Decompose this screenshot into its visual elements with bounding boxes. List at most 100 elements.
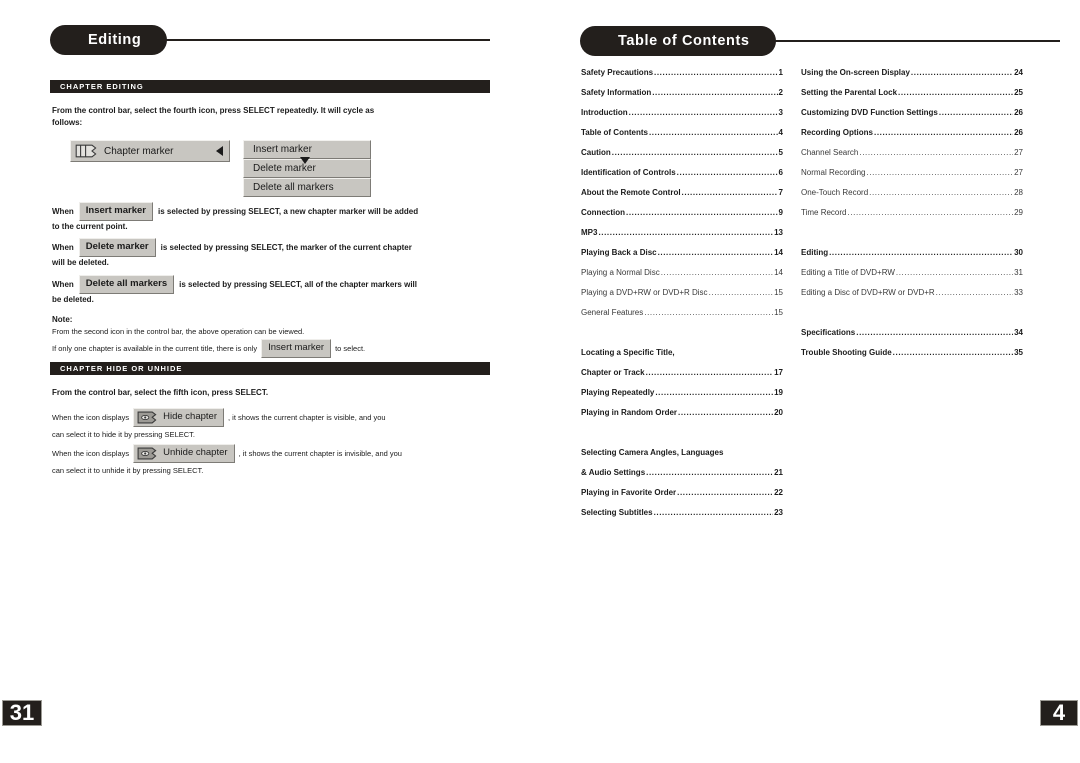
band-chapter-hide-or-unhide: CHAPTER HIDE OR UNHIDE [50,362,490,375]
toc-entry[interactable]: Playing a DVD+RW or DVD+R Disc..........… [581,288,783,308]
toc-entry[interactable]: Editing a Disc of DVD+RW or DVD+R.......… [801,288,1023,308]
toc-leader-dots: ........................................… [645,368,774,377]
toc-leader-dots: ........................................… [598,228,774,237]
toc-leader-dots: ........................................… [678,408,773,417]
toc-entry[interactable]: Playing in Random Order.................… [581,408,783,428]
toc-entry[interactable]: Safety Information......................… [581,88,783,108]
rule-text-2: be deleted. [52,295,94,304]
menu-item-delete-all-markers[interactable]: Delete all markers [243,178,371,197]
toc-entry-page: 27 [1014,168,1023,177]
toc-entry-title: Specifications [801,328,856,337]
chip-insert-marker[interactable]: Insert marker [78,202,153,221]
toc-entry[interactable]: Playing a Normal Disc...................… [581,268,783,288]
toc-entry-title: Playing in Favorite Order [581,488,677,497]
toc-entry[interactable]: Connection..............................… [581,208,783,228]
toc-leader-dots: ........................................… [892,348,1013,357]
toc-entry-page: 6 [778,168,783,177]
chip-insert-marker-note[interactable]: Insert marker [261,339,332,358]
toc-entry-page: 30 [1014,248,1023,257]
left-page: Editing CHAPTER EDITING From the control… [0,0,540,763]
note-body: From the second icon in the control bar,… [52,326,512,358]
toc-entry[interactable]: Recording Options.......................… [801,128,1023,148]
toc-entry-page: 3 [778,108,783,117]
toc-entry[interactable]: Time Record.............................… [801,208,1023,228]
toc-leader-dots: ........................................… [898,88,1013,97]
toc-entry[interactable]: Playing Repeatedly......................… [581,388,783,408]
chip-hide-chapter[interactable]: Hide chapter [133,408,224,427]
band-label: CHAPTER HIDE OR UNHIDE [60,364,183,373]
toc-entry[interactable]: Playing Back a Disc.....................… [581,248,783,268]
toc-leader-dots: ........................................… [660,268,774,277]
toc-entry-page: 23 [774,508,783,517]
chapter-marker-control[interactable]: Chapter marker [70,140,230,162]
menu-item-label: Delete all markers [253,182,334,193]
toc-entry-title: Safety Precautions [581,68,654,77]
toc-entry[interactable]: Identification of Controls..............… [581,168,783,188]
toc-entry[interactable]: MP3.....................................… [581,228,783,248]
toc-entry[interactable]: Playing in Favorite Order...............… [581,488,783,508]
hide-text-1: , it shows the current chapter is visibl… [228,413,386,422]
toc-spacer [581,328,783,348]
toc-entry-title: Recording Options [801,128,873,137]
chip-delete-all-markers[interactable]: Delete all markers [78,275,175,294]
toc-entry-title: Using the On-screen Display [801,68,910,77]
toc-leader-dots: ........................................… [910,68,1014,77]
toc-leader-dots: ........................................… [677,488,774,497]
chip-delete-marker[interactable]: Delete marker [78,238,156,257]
toc-entry-title: Editing [801,248,829,257]
toc-entry[interactable]: Specifications..........................… [801,328,1023,348]
toc-entry[interactable]: About the Remote Control................… [581,188,783,208]
toc-spacer [581,428,783,448]
toc-entry[interactable]: Caution.................................… [581,148,783,168]
editing-section-header: Editing [50,25,490,55]
toc-leader-dots: ........................................… [655,388,773,397]
toc-entry-title: Table of Contents [581,128,648,137]
toc-leader-dots: ........................................… [626,208,778,217]
chip-label: Unhide chapter [163,447,228,458]
toc-entry-page: 25 [1014,88,1023,97]
band-chapter-editing: CHAPTER EDITING [50,80,490,93]
toc-entry-title: Playing a Normal Disc [581,268,660,277]
toc-entry-title: Editing a Disc of DVD+RW or DVD+R [801,288,935,297]
chapter-marker-menu[interactable]: Insert marker Delete marker Delete all m… [243,140,371,197]
toc-entry[interactable]: Table of Contents.......................… [581,128,783,148]
toc-entry[interactable]: Locating a Specific Title,..............… [581,348,783,368]
toc-entry-page: 19 [774,388,783,397]
toc-entry-page: 9 [778,208,783,217]
toc-entry-page: 33 [1014,288,1023,297]
toc-entry[interactable]: Trouble Shooting Guide..................… [801,348,1023,368]
unhide-prefix: When the icon displays [52,449,130,458]
toc-entry[interactable]: Selecting Camera Angles, Languages......… [581,448,783,468]
toc-entry[interactable]: Editing.................................… [801,248,1023,268]
toc-entry[interactable]: Channel Search..........................… [801,148,1023,168]
toc-entry-title: Introduction [581,108,628,117]
left-arrow-icon [216,146,223,156]
ribbon-pill: Table of Contents [580,26,776,56]
toc-entry[interactable]: One-Touch Record........................… [801,188,1023,208]
toc-entry-page: 26 [1014,108,1023,117]
toc-entry[interactable]: Chapter or Track........................… [581,368,783,388]
toc-leader-dots: ........................................… [708,288,774,297]
toc-entry-title: Playing in Random Order [581,408,678,417]
toc-entry[interactable]: Normal Recording........................… [801,168,1023,188]
toc-entry[interactable]: Introduction............................… [581,108,783,128]
toc-entry[interactable]: General Features........................… [581,308,783,328]
toc-leader-dots: ........................................… [676,168,778,177]
toc-entry[interactable]: Setting the Parental Lock...............… [801,88,1023,108]
hide-chapter-rule: When the icon displays Hide chapter , it… [52,408,512,440]
toc-leader-dots: ........................................… [646,468,774,477]
toc-entry[interactable]: & Audio Settings........................… [581,468,783,488]
toc-entry[interactable]: Editing a Title of DVD+RW...............… [801,268,1023,288]
toc-entry[interactable]: Customizing DVD Function Settings.......… [801,108,1023,128]
menu-item-label: Insert marker [253,144,312,155]
toc-leader-dots: ........................................… [681,188,778,197]
intro-line-2: follows: [52,117,83,127]
toc-entry-page: 29 [1014,208,1023,217]
toc-entry[interactable]: Selecting Subtitles.....................… [581,508,783,528]
chip-unhide-chapter[interactable]: Unhide chapter [133,444,235,463]
unhide-chapter-icon [137,447,157,460]
toc-entry-page: 7 [778,188,783,197]
toc-entry[interactable]: Using the On-screen Display.............… [801,68,1023,88]
toc-entry[interactable]: Safety Precautions......................… [581,68,783,88]
toc-entry-page: 4 [778,128,783,137]
